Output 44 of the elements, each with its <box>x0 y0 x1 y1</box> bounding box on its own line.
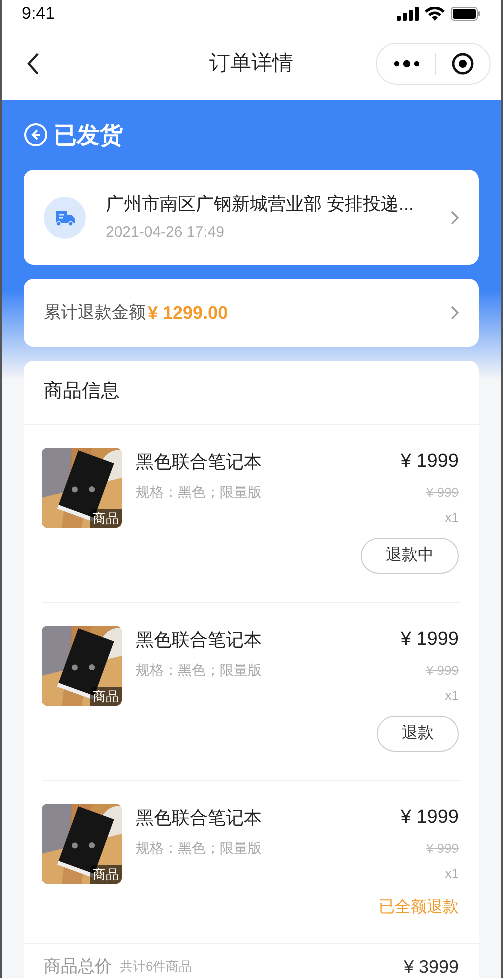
status-time: 9:41 <box>22 3 56 26</box>
total-count: 共计6件商品 <box>120 958 192 976</box>
product-quantity: x1 <box>445 509 459 527</box>
back-circle-icon[interactable] <box>24 123 48 147</box>
product-quantity: x1 <box>445 687 459 705</box>
signal-icon <box>397 7 419 21</box>
more-icon[interactable] <box>394 60 420 68</box>
logistics-time: 2021-04-26 17:49 <box>106 222 226 243</box>
product-spec: 规格：黑色；限量版 <box>136 661 263 680</box>
product-quantity: x1 <box>445 865 459 883</box>
battery-icon <box>451 7 481 21</box>
back-icon[interactable] <box>26 52 40 76</box>
product-name: 黑色联合笔记本 <box>136 629 263 652</box>
product-spec: 规格：黑色；限量版 <box>136 483 263 502</box>
refund-button[interactable]: 退款 <box>377 716 459 752</box>
total-amount: ¥ 3999 <box>404 956 459 978</box>
refund-amount: ¥ 1299.00 <box>148 302 228 324</box>
refund-status: 已全额退款 <box>379 898 459 918</box>
refund-label: 累计退款金额 <box>44 302 146 324</box>
chevron-icon <box>451 306 459 320</box>
section-title: 商品信息 <box>44 380 120 404</box>
thumbnail-tag: 商品 <box>90 687 122 706</box>
original-price: ¥ 999 <box>426 484 459 502</box>
original-price: ¥ 999 <box>426 840 459 858</box>
close-icon[interactable] <box>452 53 474 75</box>
page-title: 订单详情 <box>208 51 294 78</box>
logistics-card[interactable]: 广州市南区广钢新城营业部 安排投递... 2021-04-26 17:49 <box>24 170 479 265</box>
logistics-text: 广州市南区广钢新城营业部 安排投递... <box>106 192 416 216</box>
product-price: ¥ 1999 <box>400 450 459 474</box>
thumbnail-tag: 商品 <box>90 509 122 528</box>
total-label: 商品总价 <box>44 956 112 978</box>
product-price: ¥ 1999 <box>400 806 459 830</box>
product-name: 黑色联合笔记本 <box>136 807 263 830</box>
product-price: ¥ 1999 <box>400 628 459 652</box>
original-price: ¥ 999 <box>426 662 459 680</box>
order-status: 已发货 <box>54 120 123 150</box>
refund-card[interactable]: 累计退款金额¥ 1299.00 <box>24 279 479 347</box>
wifi-icon <box>425 7 445 21</box>
refund-button[interactable]: 退款中 <box>361 538 459 574</box>
product-spec: 规格：黑色；限量版 <box>136 839 263 858</box>
product-name: 黑色联合笔记本 <box>136 451 263 474</box>
thumbnail-tag: 商品 <box>90 865 122 884</box>
chevron-icon <box>451 210 459 224</box>
truck-icon <box>44 196 86 238</box>
